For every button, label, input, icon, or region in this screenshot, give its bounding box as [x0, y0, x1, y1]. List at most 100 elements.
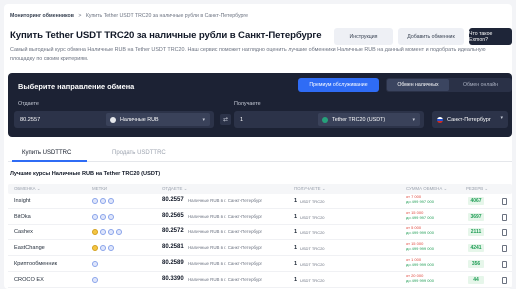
get-currency-cell: USDT TRC20 — [300, 246, 325, 252]
col-amount-label: СУММА ОБМЕНА — [406, 186, 443, 191]
get-currency-cell: USDT TRC20 — [300, 214, 325, 220]
col-name[interactable]: ОБМЕНКА ⌄ — [14, 186, 40, 192]
meta-badge-icon — [92, 229, 98, 236]
meta-badge-icon — [92, 260, 98, 267]
get-field[interactable]: 1 Tether TRC20 (USDT) ▾ — [234, 111, 424, 128]
exchange-limits: от 1 000 до 499 999 000 — [406, 257, 434, 267]
exchange-panel: Выберите направление обмена Премиум обсл… — [8, 73, 512, 137]
meta-badge-icon — [100, 198, 106, 204]
page-description: Самый выгодный курс обмена Наличные RUB … — [10, 47, 486, 62]
bookmark-icon[interactable] — [502, 229, 507, 237]
get-amount-cell: 1 — [294, 198, 298, 204]
exchange-limits: от 15 000 до 499 999 000 — [406, 241, 434, 251]
tab-buy[interactable]: Купить USDTTRC — [22, 150, 71, 156]
chevron-down-icon: ▾ — [202, 117, 205, 123]
meta-badge-icon — [108, 229, 114, 236]
exchange-mode-toggle: Обмен наличных Обмен онлайн — [386, 78, 512, 92]
exchanger-name[interactable]: CROCO EX — [14, 277, 44, 283]
chevron-down-icon: ▾ — [412, 117, 415, 123]
active-tab-indicator — [12, 160, 87, 162]
table-row[interactable]: Cashex 80.2572 Наличные RUB в г. Санкт-П… — [8, 225, 512, 241]
city-label: Санкт-Петербург — [447, 116, 491, 123]
give-rate-sub: Наличные RUB в г. Санкт-Петербург — [188, 245, 263, 251]
mode-cash-tab[interactable]: Обмен наличных — [387, 79, 449, 91]
mode-online-tab[interactable]: Обмен онлайн — [450, 79, 511, 91]
breadcrumb-current: Купить Tether USDT TRC20 за наличные руб… — [85, 13, 249, 19]
reserve-badge: 2111 — [468, 228, 484, 237]
what-is-button[interactable]: Что такое Exmon? — [469, 28, 512, 45]
give-rate: 80.2589 — [162, 259, 184, 266]
give-rate-sub: Наличные RUB в г. Санкт-Петербург — [188, 260, 263, 266]
give-rate: 80.2557 — [162, 197, 184, 203]
table-header: ОБМЕНКА ⌄ МЕТКИ ОТДАЕТЕ ⌄ ПОЛУЧАЕТЕ ⌄ СУ… — [8, 184, 512, 194]
exchanger-name[interactable]: Криптообменник — [14, 261, 57, 267]
bookmark-icon[interactable] — [502, 276, 507, 284]
tab-sell[interactable]: Продать USDTTRC — [112, 150, 166, 156]
col-get-label: ПОЛУЧАЕТЕ — [294, 186, 321, 191]
meta-badges — [92, 198, 114, 204]
give-field[interactable]: 80.2557 Наличные RUB ▾ — [14, 111, 214, 128]
get-currency-cell: USDT TRC20 — [300, 230, 325, 236]
get-currency-cell: USDT TRC20 — [300, 261, 325, 267]
russia-flag-icon — [437, 116, 443, 123]
chevron-down-icon: ▾ — [500, 115, 503, 121]
get-amount-cell: 1 — [294, 260, 298, 267]
max-limit: до 499 999 000 — [406, 261, 434, 267]
meta-badges — [92, 213, 114, 220]
meta-badge-icon — [108, 245, 114, 252]
give-currency-select[interactable]: Наличные RUB ▾ — [106, 113, 210, 126]
table-row[interactable]: EastChange 80.2581 Наличные RUB в г. Сан… — [8, 241, 512, 257]
col-give[interactable]: ОТДАЕТЕ ⌄ — [162, 186, 187, 192]
reserve-badge: 4241 — [468, 244, 484, 253]
give-rate: 80.2581 — [162, 244, 184, 251]
page-title: Купить Tether USDT TRC20 за наличные руб… — [10, 30, 322, 41]
give-rate-sub: Наличные RUB в г. Санкт-Петербург — [188, 229, 263, 235]
give-rate-sub: Наличные RUB в г. Санкт-Петербург — [188, 198, 263, 203]
meta-badge-icon — [100, 213, 106, 220]
swap-icon[interactable]: ⇄ — [220, 114, 231, 125]
table-row[interactable]: Криптообменник 80.2589 Наличные RUB в г.… — [8, 257, 512, 272]
city-select[interactable]: Санкт-Петербург ▾ — [432, 111, 508, 128]
give-rate-sub: Наличные RUB в г. Санкт-Петербург — [188, 276, 263, 282]
exchanger-name[interactable]: Cashex — [14, 229, 33, 235]
meta-badge-icon — [92, 198, 98, 204]
tabs: Купить USDTTRC Продать USDTTRC — [8, 146, 512, 162]
get-currency-select[interactable]: Tether TRC20 (USDT) ▾ — [318, 113, 420, 126]
give-rate: 80.2572 — [162, 228, 184, 235]
max-limit: до 499 999 000 — [406, 277, 434, 283]
table-row[interactable]: Insight 80.2557 Наличные RUB в г. Санкт-… — [8, 194, 512, 209]
get-amount[interactable]: 1 — [240, 117, 243, 123]
col-give-label: ОТДАЕТЕ — [162, 186, 183, 191]
instruction-button[interactable]: Инструкция — [334, 28, 393, 45]
table-row[interactable]: CROCO EX 80.3390 Наличные RUB в г. Санкт… — [8, 273, 512, 288]
bookmark-icon[interactable] — [502, 213, 507, 221]
exchanger-name[interactable]: EastChange — [14, 245, 45, 251]
exchanger-name[interactable]: Insight — [14, 198, 30, 204]
exchanger-name[interactable]: BitOka — [14, 214, 31, 220]
meta-badge-icon — [100, 245, 106, 252]
exchange-panel-title: Выберите направление обмена — [18, 82, 135, 91]
get-currency-label: Tether TRC20 (USDT) — [332, 116, 386, 123]
meta-badge-icon — [100, 229, 106, 236]
meta-badges — [92, 276, 98, 283]
meta-badge-icon — [92, 276, 98, 283]
give-rate: 80.2565 — [162, 212, 184, 219]
bookmark-icon[interactable] — [502, 198, 507, 205]
reserve-badge: 3697 — [468, 212, 484, 221]
premium-button[interactable]: Премиум обслуживание — [298, 78, 379, 92]
get-amount-cell: 1 — [294, 276, 298, 283]
get-currency-cell: USDT TRC20 — [300, 277, 325, 283]
bookmark-icon[interactable] — [502, 260, 507, 268]
table-row[interactable]: BitOka 80.2565 Наличные RUB в г. Санкт-П… — [8, 210, 512, 225]
col-name-label: ОБМЕНКА — [14, 186, 36, 191]
col-reserve[interactable]: РЕЗЕРВ ⌄ — [466, 186, 488, 192]
tether-icon — [322, 116, 328, 123]
col-amount[interactable]: СУММА ОБМЕНА ⌄ — [406, 186, 447, 192]
meta-badge-icon — [108, 198, 114, 204]
col-get[interactable]: ПОЛУЧАЕТЕ ⌄ — [294, 186, 326, 192]
breadcrumb-root[interactable]: Мониторинг обменников — [10, 13, 74, 19]
meta-badges — [92, 245, 114, 252]
give-amount[interactable]: 80.2557 — [20, 117, 40, 123]
bookmark-icon[interactable] — [502, 245, 507, 253]
add-exchanger-button[interactable]: Добавить обменник — [398, 28, 464, 45]
